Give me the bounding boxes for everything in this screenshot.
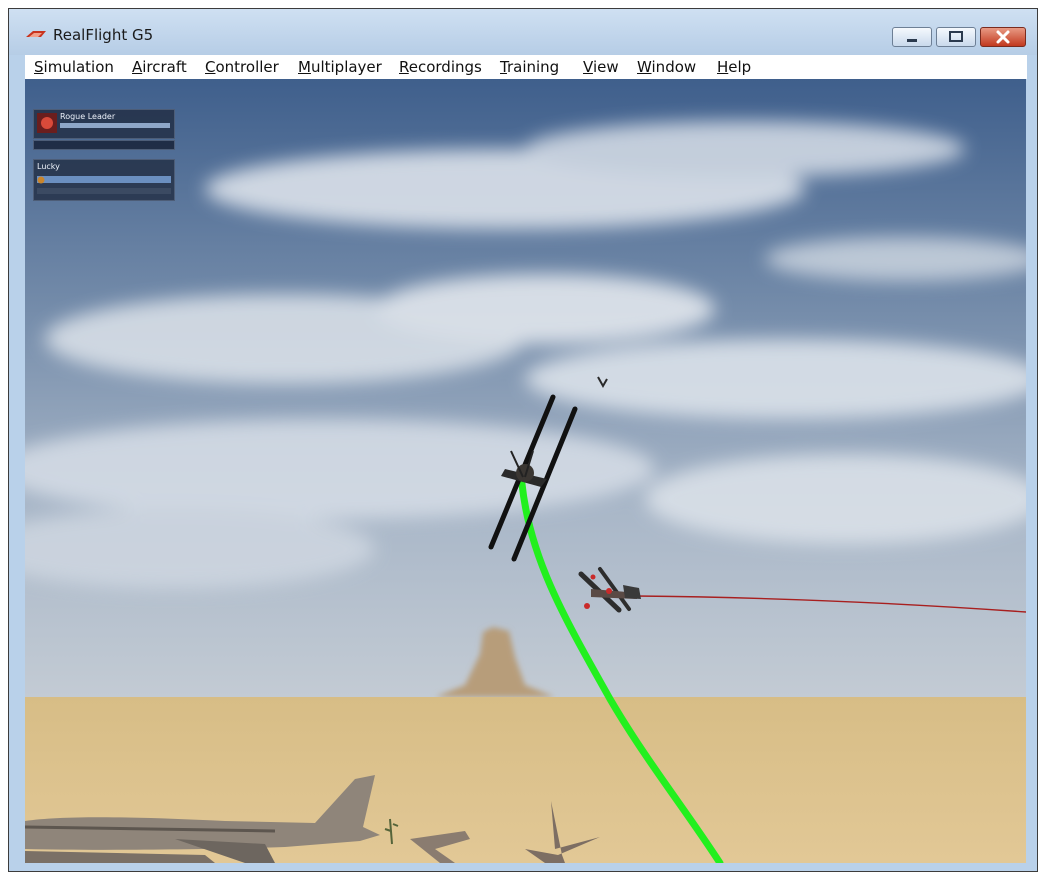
maximize-icon [949, 31, 963, 42]
realflight-logo-icon [26, 31, 46, 37]
leader-bar [60, 123, 170, 128]
player-panel: Lucky [33, 159, 175, 201]
menu-view-rest: iew [592, 58, 619, 76]
menu-window-rest: indow [651, 58, 697, 76]
menu-view[interactable]: View [583, 58, 619, 76]
menu-recordings-mnemonic: R [399, 58, 409, 76]
menu-view-mnemonic: V [583, 58, 593, 76]
close-button[interactable] [980, 27, 1026, 47]
menu-window[interactable]: Window [637, 58, 696, 76]
menu-window-mnemonic: W [637, 58, 652, 76]
flight-scene [25, 79, 1026, 863]
leader-panel: Rogue Leader [33, 109, 175, 139]
menu-help[interactable]: Help [717, 58, 751, 76]
minimize-button[interactable] [892, 27, 932, 47]
menu-training[interactable]: Training [500, 58, 559, 76]
menu-training-rest: raining [506, 58, 560, 76]
player-health-bar [37, 176, 171, 183]
menu-help-rest: elp [728, 58, 752, 76]
menu-aircraft-mnemonic: A [132, 58, 143, 76]
menu-multiplayer[interactable]: Multiplayer [298, 58, 382, 76]
player-name: Lucky [37, 162, 60, 171]
menu-controller-rest: ontroller [215, 58, 279, 76]
minimize-icon [907, 39, 917, 42]
app-window: RealFlight G5 Simulation Aircraft Contro… [8, 8, 1038, 872]
menu-multiplayer-rest: ultiplayer [310, 58, 382, 76]
maximize-button[interactable] [936, 27, 976, 47]
player-badge-icon [37, 176, 45, 184]
menu-multiplayer-mnemonic: M [298, 58, 311, 76]
menu-recordings[interactable]: Recordings [399, 58, 482, 76]
menu-bar: Simulation Aircraft Controller Multiplay… [25, 55, 1027, 79]
leader-status-strip [33, 140, 175, 150]
menu-aircraft-rest: ircraft [142, 58, 187, 76]
menu-training-mnemonic: T [500, 58, 507, 76]
simulation-viewport[interactable]: Rogue Leader Lucky [25, 79, 1026, 863]
menu-recordings-rest: ecordings [408, 58, 482, 76]
menu-simulation[interactable]: Simulation [34, 58, 114, 76]
player-sub-strip [37, 188, 171, 194]
menu-simulation-mnemonic: S [34, 58, 44, 76]
menu-controller[interactable]: Controller [205, 58, 279, 76]
menu-simulation-rest: imulation [43, 58, 114, 76]
close-icon [996, 30, 1010, 44]
leader-name: Rogue Leader [60, 112, 116, 121]
menu-controller-mnemonic: C [205, 58, 216, 76]
menu-aircraft[interactable]: Aircraft [132, 58, 187, 76]
window-title: RealFlight G5 [53, 26, 154, 44]
title-bar[interactable]: RealFlight G5 [9, 9, 1037, 55]
leader-avatar [37, 113, 57, 133]
menu-help-mnemonic: H [717, 58, 729, 76]
